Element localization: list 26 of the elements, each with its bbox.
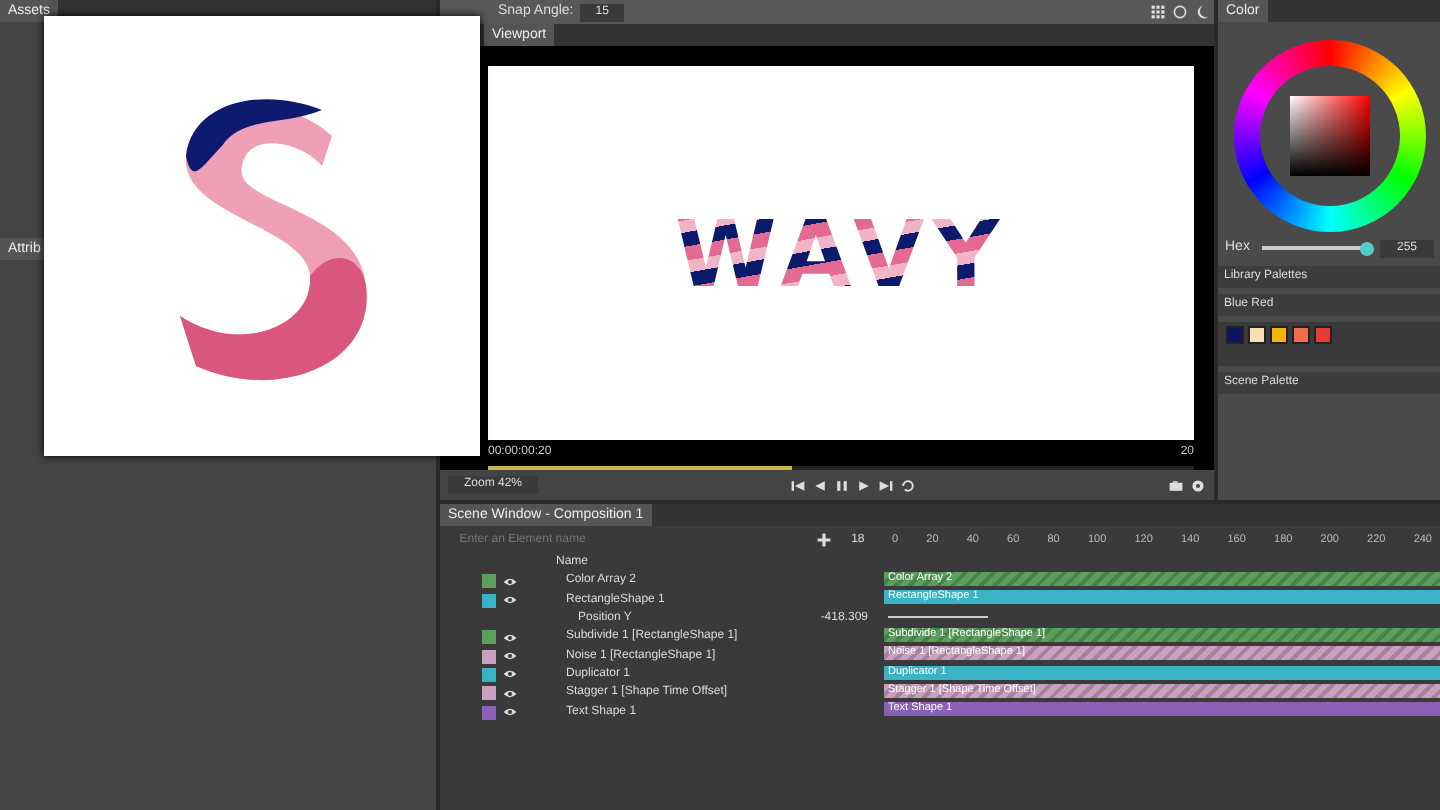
eye-icon[interactable]	[502, 648, 518, 665]
eye-icon[interactable]	[502, 629, 518, 646]
skip-back-icon[interactable]	[790, 477, 807, 493]
step-back-icon[interactable]	[812, 477, 829, 493]
loop-icon[interactable]	[900, 477, 917, 493]
pause-icon[interactable]	[834, 477, 851, 493]
color-swatch[interactable]	[1248, 325, 1266, 343]
saturation-square[interactable]	[1289, 96, 1369, 176]
color-swatch[interactable]	[1226, 325, 1244, 343]
color-swatch[interactable]	[1314, 325, 1332, 343]
skip-forward-icon[interactable]	[878, 477, 895, 493]
circle-icon[interactable]	[1172, 4, 1188, 20]
eye-icon[interactable]	[502, 685, 518, 702]
add-icon[interactable]	[815, 532, 832, 548]
play-icon[interactable]	[856, 477, 873, 493]
slider-thumb[interactable]	[1359, 241, 1374, 256]
grid-icon[interactable]	[1150, 4, 1166, 20]
eye-icon[interactable]	[502, 592, 518, 609]
color-swatch[interactable]	[1292, 325, 1310, 343]
color-swatch[interactable]	[1270, 325, 1288, 343]
value-slider[interactable]	[1261, 241, 1370, 256]
eye-icon[interactable]	[502, 666, 518, 683]
eye-icon[interactable]	[502, 573, 518, 590]
eye-icon[interactable]	[502, 704, 518, 721]
keyframe-line[interactable]	[888, 615, 988, 618]
moon-icon[interactable]	[1194, 4, 1210, 20]
